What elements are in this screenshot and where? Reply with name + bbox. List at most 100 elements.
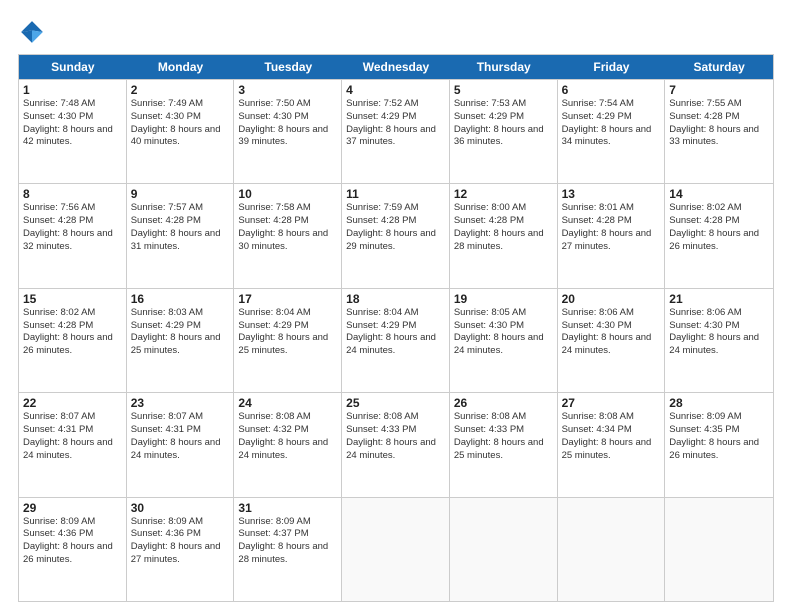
sunrise-line: Sunrise: 8:08 AM: [238, 411, 337, 424]
sunset-line: Sunset: 4:29 PM: [346, 320, 445, 333]
cal-cell: 18Sunrise: 8:04 AMSunset: 4:29 PMDayligh…: [342, 289, 450, 392]
cal-cell: [558, 498, 666, 601]
week-row-4: 22Sunrise: 8:07 AMSunset: 4:31 PMDayligh…: [19, 392, 773, 496]
daylight-line: Daylight: 8 hours and 25 minutes.: [131, 332, 230, 358]
daylight-line: Daylight: 8 hours and 42 minutes.: [23, 124, 122, 150]
day-number: 17: [238, 292, 337, 306]
sunset-line: Sunset: 4:29 PM: [562, 111, 661, 124]
sunset-line: Sunset: 4:31 PM: [131, 424, 230, 437]
logo-icon: [18, 18, 46, 46]
day-number: 3: [238, 83, 337, 97]
sunrise-line: Sunrise: 8:09 AM: [131, 516, 230, 529]
day-number: 21: [669, 292, 769, 306]
sunrise-line: Sunrise: 8:08 AM: [346, 411, 445, 424]
sunrise-line: Sunrise: 8:09 AM: [238, 516, 337, 529]
cal-cell: 27Sunrise: 8:08 AMSunset: 4:34 PMDayligh…: [558, 393, 666, 496]
cal-cell: 15Sunrise: 8:02 AMSunset: 4:28 PMDayligh…: [19, 289, 127, 392]
cal-cell: 5Sunrise: 7:53 AMSunset: 4:29 PMDaylight…: [450, 80, 558, 183]
daylight-line: Daylight: 8 hours and 39 minutes.: [238, 124, 337, 150]
sunset-line: Sunset: 4:28 PM: [23, 320, 122, 333]
day-number: 9: [131, 187, 230, 201]
sunset-line: Sunset: 4:29 PM: [131, 320, 230, 333]
week-row-1: 1Sunrise: 7:48 AMSunset: 4:30 PMDaylight…: [19, 79, 773, 183]
sunrise-line: Sunrise: 8:04 AM: [346, 307, 445, 320]
day-number: 20: [562, 292, 661, 306]
sunset-line: Sunset: 4:37 PM: [238, 528, 337, 541]
logo: [18, 18, 50, 46]
day-number: 24: [238, 396, 337, 410]
day-number: 7: [669, 83, 769, 97]
cal-cell: 7Sunrise: 7:55 AMSunset: 4:28 PMDaylight…: [665, 80, 773, 183]
week-row-3: 15Sunrise: 8:02 AMSunset: 4:28 PMDayligh…: [19, 288, 773, 392]
sunrise-line: Sunrise: 7:58 AM: [238, 202, 337, 215]
cal-cell: 25Sunrise: 8:08 AMSunset: 4:33 PMDayligh…: [342, 393, 450, 496]
cal-cell: 13Sunrise: 8:01 AMSunset: 4:28 PMDayligh…: [558, 184, 666, 287]
sunset-line: Sunset: 4:33 PM: [454, 424, 553, 437]
sunset-line: Sunset: 4:28 PM: [669, 215, 769, 228]
sunrise-line: Sunrise: 7:50 AM: [238, 98, 337, 111]
cal-cell: 28Sunrise: 8:09 AMSunset: 4:35 PMDayligh…: [665, 393, 773, 496]
sunset-line: Sunset: 4:31 PM: [23, 424, 122, 437]
day-number: 2: [131, 83, 230, 97]
header-day-saturday: Saturday: [665, 55, 773, 79]
daylight-line: Daylight: 8 hours and 28 minutes.: [454, 228, 553, 254]
sunset-line: Sunset: 4:35 PM: [669, 424, 769, 437]
cal-cell: 29Sunrise: 8:09 AMSunset: 4:36 PMDayligh…: [19, 498, 127, 601]
cal-cell: 23Sunrise: 8:07 AMSunset: 4:31 PMDayligh…: [127, 393, 235, 496]
day-number: 31: [238, 501, 337, 515]
cal-cell: 16Sunrise: 8:03 AMSunset: 4:29 PMDayligh…: [127, 289, 235, 392]
sunrise-line: Sunrise: 7:57 AM: [131, 202, 230, 215]
daylight-line: Daylight: 8 hours and 24 minutes.: [562, 332, 661, 358]
cal-cell: 26Sunrise: 8:08 AMSunset: 4:33 PMDayligh…: [450, 393, 558, 496]
cal-cell: 9Sunrise: 7:57 AMSunset: 4:28 PMDaylight…: [127, 184, 235, 287]
cal-cell: 3Sunrise: 7:50 AMSunset: 4:30 PMDaylight…: [234, 80, 342, 183]
day-number: 10: [238, 187, 337, 201]
cal-cell: 20Sunrise: 8:06 AMSunset: 4:30 PMDayligh…: [558, 289, 666, 392]
daylight-line: Daylight: 8 hours and 34 minutes.: [562, 124, 661, 150]
daylight-line: Daylight: 8 hours and 26 minutes.: [669, 437, 769, 463]
sunrise-line: Sunrise: 7:49 AM: [131, 98, 230, 111]
day-number: 26: [454, 396, 553, 410]
daylight-line: Daylight: 8 hours and 27 minutes.: [131, 541, 230, 567]
sunset-line: Sunset: 4:29 PM: [238, 320, 337, 333]
day-number: 19: [454, 292, 553, 306]
sunset-line: Sunset: 4:28 PM: [669, 111, 769, 124]
daylight-line: Daylight: 8 hours and 24 minutes.: [131, 437, 230, 463]
cal-cell: [342, 498, 450, 601]
day-number: 1: [23, 83, 122, 97]
daylight-line: Daylight: 8 hours and 28 minutes.: [238, 541, 337, 567]
sunrise-line: Sunrise: 8:08 AM: [454, 411, 553, 424]
header-day-tuesday: Tuesday: [234, 55, 342, 79]
sunset-line: Sunset: 4:28 PM: [454, 215, 553, 228]
day-number: 27: [562, 396, 661, 410]
daylight-line: Daylight: 8 hours and 26 minutes.: [23, 541, 122, 567]
day-number: 15: [23, 292, 122, 306]
sunset-line: Sunset: 4:28 PM: [346, 215, 445, 228]
cal-cell: 19Sunrise: 8:05 AMSunset: 4:30 PMDayligh…: [450, 289, 558, 392]
cal-cell: 11Sunrise: 7:59 AMSunset: 4:28 PMDayligh…: [342, 184, 450, 287]
sunrise-line: Sunrise: 8:02 AM: [669, 202, 769, 215]
sunrise-line: Sunrise: 7:56 AM: [23, 202, 122, 215]
daylight-line: Daylight: 8 hours and 26 minutes.: [23, 332, 122, 358]
page: SundayMondayTuesdayWednesdayThursdayFrid…: [0, 0, 792, 612]
day-number: 8: [23, 187, 122, 201]
top-section: [18, 18, 774, 46]
sunrise-line: Sunrise: 8:04 AM: [238, 307, 337, 320]
day-number: 16: [131, 292, 230, 306]
sunrise-line: Sunrise: 8:03 AM: [131, 307, 230, 320]
cal-cell: 1Sunrise: 7:48 AMSunset: 4:30 PMDaylight…: [19, 80, 127, 183]
sunset-line: Sunset: 4:29 PM: [454, 111, 553, 124]
header-day-thursday: Thursday: [450, 55, 558, 79]
cal-cell: 6Sunrise: 7:54 AMSunset: 4:29 PMDaylight…: [558, 80, 666, 183]
day-number: 6: [562, 83, 661, 97]
day-number: 12: [454, 187, 553, 201]
daylight-line: Daylight: 8 hours and 26 minutes.: [669, 228, 769, 254]
sunset-line: Sunset: 4:29 PM: [346, 111, 445, 124]
sunrise-line: Sunrise: 7:52 AM: [346, 98, 445, 111]
week-row-2: 8Sunrise: 7:56 AMSunset: 4:28 PMDaylight…: [19, 183, 773, 287]
daylight-line: Daylight: 8 hours and 36 minutes.: [454, 124, 553, 150]
sunset-line: Sunset: 4:34 PM: [562, 424, 661, 437]
calendar-header: SundayMondayTuesdayWednesdayThursdayFrid…: [19, 55, 773, 79]
cal-cell: 17Sunrise: 8:04 AMSunset: 4:29 PMDayligh…: [234, 289, 342, 392]
day-number: 13: [562, 187, 661, 201]
